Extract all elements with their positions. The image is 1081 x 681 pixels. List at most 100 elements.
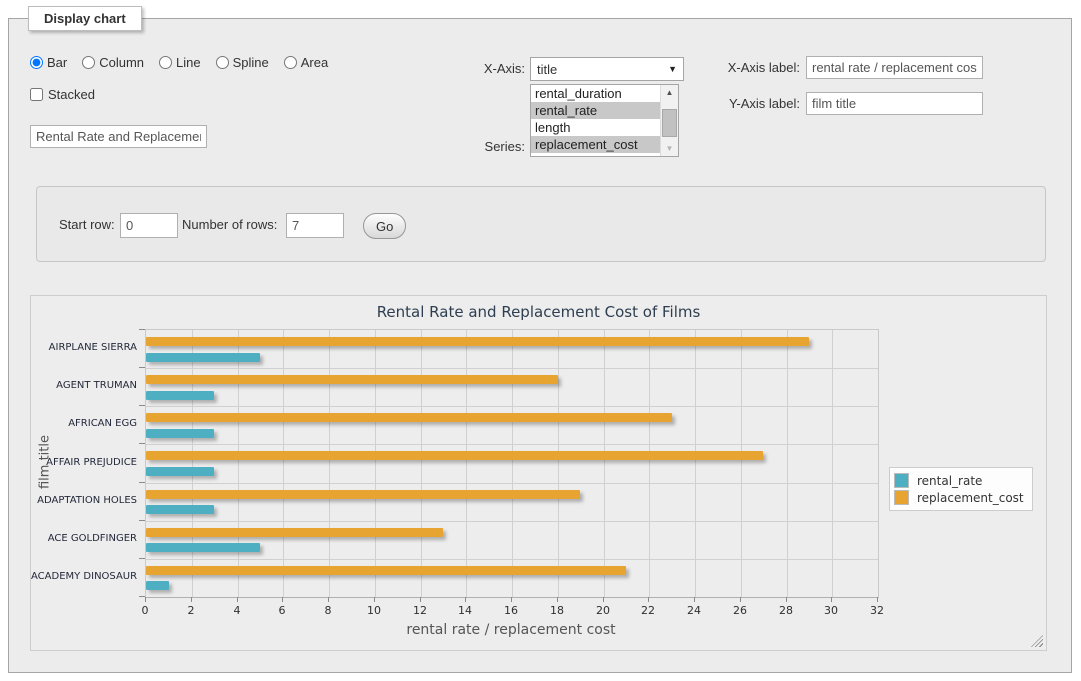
chart-type-label: Column <box>99 55 144 70</box>
panel-legend: Display chart <box>28 6 142 31</box>
y-axis-label-input[interactable] <box>806 92 983 115</box>
series-option-rental_duration[interactable]: rental_duration <box>531 85 660 102</box>
scrollbar-down-icon[interactable]: ▼ <box>661 141 678 156</box>
y-tick-mark <box>139 482 145 483</box>
y-tick-mark <box>139 405 145 406</box>
x-tick-label: 30 <box>817 604 845 617</box>
chart-plot-area <box>145 329 879 598</box>
x-tick-label: 28 <box>772 604 800 617</box>
gridline-vertical <box>192 330 193 597</box>
bar-replacement_cost <box>146 566 626 575</box>
chart-type-option-bar[interactable]: Bar <box>30 55 67 70</box>
gridline-horizontal <box>146 406 878 407</box>
x-tick-label: 20 <box>589 604 617 617</box>
x-tick-mark <box>603 597 604 602</box>
chart-type-radio-column[interactable] <box>82 56 95 69</box>
x-axis-title: rental rate / replacement cost <box>145 622 877 638</box>
gridline-horizontal <box>146 483 878 484</box>
gridline-vertical <box>787 330 788 597</box>
go-button[interactable]: Go <box>363 213 406 239</box>
scrollbar-up-icon[interactable]: ▲ <box>661 85 678 100</box>
x-tick-mark <box>694 597 695 602</box>
x-axis-select-label: X-Axis: <box>430 61 525 76</box>
x-tick-label: 22 <box>634 604 662 617</box>
x-tick-mark <box>511 597 512 602</box>
series-options: rental_durationrental_ratelengthreplacem… <box>531 85 660 156</box>
series-option-rental_rate[interactable]: rental_rate <box>531 102 660 119</box>
x-axis-label-label: X-Axis label: <box>693 60 800 75</box>
chart-type-radio-area[interactable] <box>284 56 297 69</box>
bar-rental_rate <box>146 543 260 552</box>
category-label: AIRPLANE SIERRA <box>31 342 137 353</box>
x-tick-label: 14 <box>451 604 479 617</box>
x-tick-mark <box>648 597 649 602</box>
chart-type-option-line[interactable]: Line <box>159 55 201 70</box>
stacked-checkbox[interactable] <box>30 88 43 101</box>
bar-rental_rate <box>146 429 214 438</box>
select-arrow-icon: ▼ <box>668 64 677 74</box>
gridline-horizontal <box>146 368 878 369</box>
chart-title-input[interactable] <box>30 125 207 148</box>
chart-type-option-area[interactable]: Area <box>284 55 328 70</box>
chart-type-option-column[interactable]: Column <box>82 55 144 70</box>
gridline-vertical <box>329 330 330 597</box>
x-tick-mark <box>831 597 832 602</box>
resize-handle-icon[interactable] <box>1031 635 1043 647</box>
x-tick-mark <box>877 597 878 602</box>
gridline-vertical <box>741 330 742 597</box>
series-option-length[interactable]: length <box>531 119 660 136</box>
chart-title: Rental Rate and Replacement Cost of Film… <box>31 303 1046 321</box>
series-option-replacement_cost[interactable]: replacement_cost <box>531 136 660 153</box>
chart-type-radio-line[interactable] <box>159 56 172 69</box>
x-axis-label-input[interactable] <box>806 56 983 79</box>
scrollbar-thumb[interactable] <box>662 109 677 137</box>
bar-replacement_cost <box>146 490 580 499</box>
bar-rental_rate <box>146 391 214 400</box>
x-tick-mark <box>191 597 192 602</box>
gridline-vertical <box>832 330 833 597</box>
x-tick-mark <box>786 597 787 602</box>
chart-type-label: Area <box>301 55 328 70</box>
x-tick-mark <box>465 597 466 602</box>
x-axis-select[interactable]: title ▼ <box>530 57 684 81</box>
category-label: ACE GOLDFINGER <box>31 533 137 544</box>
x-tick-mark <box>328 597 329 602</box>
chart-legend: rental_rate replacement_cost <box>889 467 1033 511</box>
start-row-label: Start row: <box>59 217 115 232</box>
legend-swatch-rental_rate <box>894 473 909 488</box>
gridline-vertical <box>466 330 467 597</box>
x-tick-mark <box>557 597 558 602</box>
app-window: Display chart Bar Column Line Spline Area St… <box>0 0 1081 681</box>
x-tick-mark <box>740 597 741 602</box>
bar-rental_rate <box>146 467 214 476</box>
chart-type-radio-bar[interactable] <box>30 56 43 69</box>
series-listbox[interactable]: rental_durationrental_ratelengthreplacem… <box>530 84 679 157</box>
legend-swatch-replacement_cost <box>894 490 909 505</box>
x-tick-label: 2 <box>177 604 205 617</box>
y-tick-mark <box>139 520 145 521</box>
row-controls-panel: Start row: Number of rows: Go <box>36 186 1046 262</box>
x-tick-label: 10 <box>360 604 388 617</box>
chart-type-option-spline[interactable]: Spline <box>216 55 269 70</box>
bar-rental_rate <box>146 505 214 514</box>
x-tick-mark <box>282 597 283 602</box>
x-axis-selected-value: title <box>537 62 557 77</box>
x-tick-label: 32 <box>863 604 891 617</box>
stacked-checkbox-row[interactable]: Stacked <box>30 87 95 102</box>
bar-replacement_cost <box>146 375 558 384</box>
legend-label: rental_rate <box>917 474 982 488</box>
num-rows-input[interactable] <box>286 213 344 238</box>
legend-label: replacement_cost <box>917 491 1024 505</box>
start-row-input[interactable] <box>120 213 178 238</box>
category-label: AFRICAN EGG <box>31 418 137 429</box>
bar-replacement_cost <box>146 451 763 460</box>
gridline-vertical <box>512 330 513 597</box>
bar-rental_rate <box>146 353 260 362</box>
chart-type-radio-spline[interactable] <box>216 56 229 69</box>
gridline-vertical <box>283 330 284 597</box>
x-tick-mark <box>420 597 421 602</box>
gridline-vertical <box>421 330 422 597</box>
chart-type-label: Line <box>176 55 201 70</box>
series-scrollbar[interactable]: ▲ ▼ <box>660 85 678 156</box>
gridline-horizontal <box>146 559 878 560</box>
